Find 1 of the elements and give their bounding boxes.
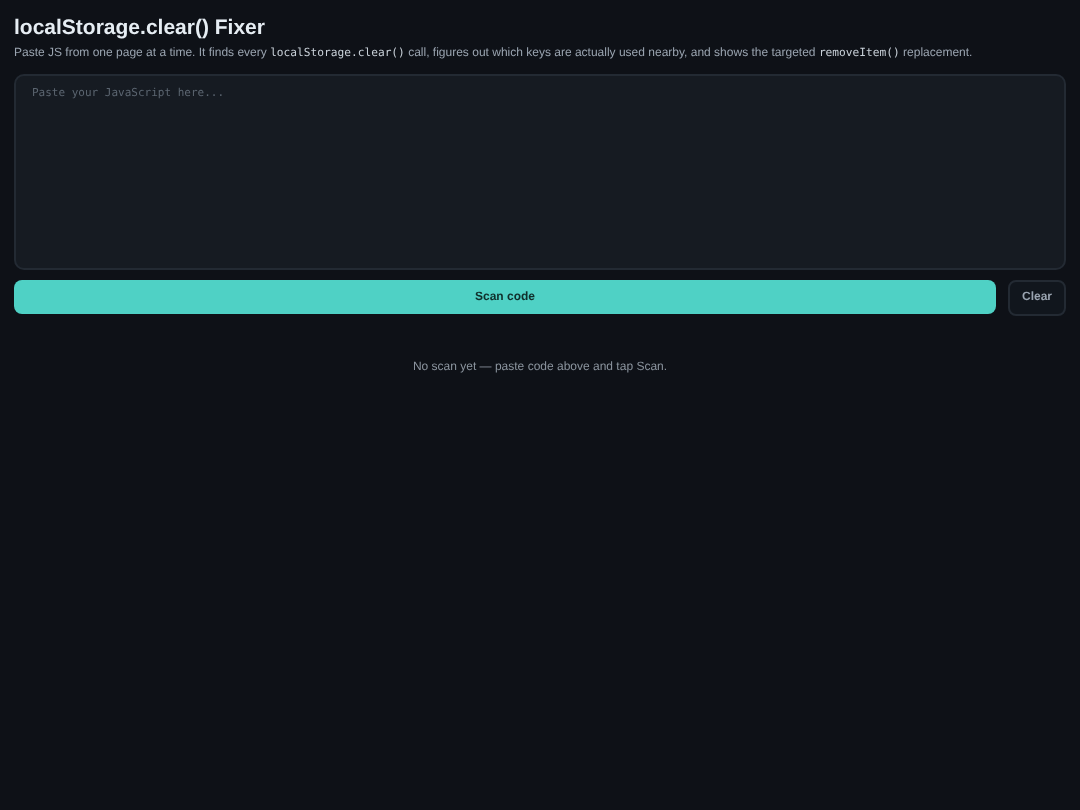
page-title: localStorage.clear() Fixer — [14, 16, 267, 40]
